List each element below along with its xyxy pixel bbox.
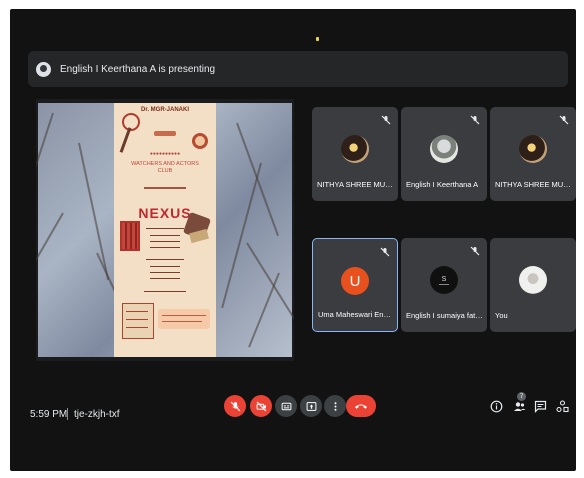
more-vert-icon [334,401,336,411]
end-call-button[interactable] [346,395,376,417]
videocam-off-icon [256,401,266,411]
meeting-time: 5:59 PM [30,409,68,420]
mouse-cursor [316,37,319,41]
svg-text:S: S [442,276,447,283]
poster-club-name: WATCHERS AND ACTORS CLUB [131,161,199,174]
divider [67,408,68,420]
participant-name: NITHYA SHREE MURALI [317,180,395,189]
meeting-details-icon[interactable] [490,400,503,413]
captions-button[interactable] [275,395,297,417]
mic-off-icon [559,115,569,125]
participant-avatar: S [430,266,458,294]
call-end-icon [355,404,367,409]
participant-tile[interactable]: NITHYA SHREE MURALI [490,107,576,201]
camera-off-button[interactable] [250,395,272,417]
present-screen-icon [306,401,316,411]
participant-tile[interactable]: NITHYA SHREE MURALI [312,107,398,201]
participant-avatar [519,135,547,163]
mic-off-icon [470,115,480,125]
more-options-button[interactable] [324,395,346,417]
presenter-avatar-icon [36,61,51,77]
participant-name: Uma Maheswari English [318,310,394,319]
participant-avatar [430,135,458,163]
poster-subheading: ●●●●●●●●●● [149,151,181,157]
logo-icon: S [439,276,449,285]
mic-off-icon [381,115,391,125]
participant-name: English I Keerthana A [406,180,479,189]
meeting-screen: English I Keerthana A is presenting Dr. … [10,9,576,471]
participant-tile-active[interactable]: U Uma Maheswari English [312,238,398,332]
mic-off-icon [470,246,480,256]
presenting-text: English I Keerthana A is presenting [60,63,216,75]
meeting-code: tje-zkjh-txf [74,409,120,420]
people-icon[interactable] [513,400,526,413]
participant-name: English I sumaiya fathi... [406,311,484,320]
presenting-banner: English I Keerthana A is presenting [28,51,568,87]
participant-tile-self[interactable]: You [490,238,576,332]
closed-caption-icon [281,402,291,410]
participant-name: NITHYA SHREE MURALI [495,180,573,189]
participant-tile[interactable]: S English I sumaiya fathi... [401,238,487,332]
mic-off-icon [380,247,390,257]
activities-icon[interactable] [556,400,569,413]
participant-avatar: U [341,267,369,295]
event-poster: Dr. MGR-JANAKI ●●●●●●●●●● WATCHERS AND A… [114,103,216,357]
chat-icon[interactable] [534,400,547,413]
participant-tile[interactable]: English I Keerthana A [401,107,487,201]
mic-off-icon [230,401,240,411]
participant-avatar [341,135,369,163]
shared-screen[interactable]: Dr. MGR-JANAKI ●●●●●●●●●● WATCHERS AND A… [36,99,294,361]
participant-avatar [519,266,547,294]
mic-off-button[interactable] [224,395,246,417]
present-button[interactable] [300,395,322,417]
participant-name: You [495,311,508,320]
